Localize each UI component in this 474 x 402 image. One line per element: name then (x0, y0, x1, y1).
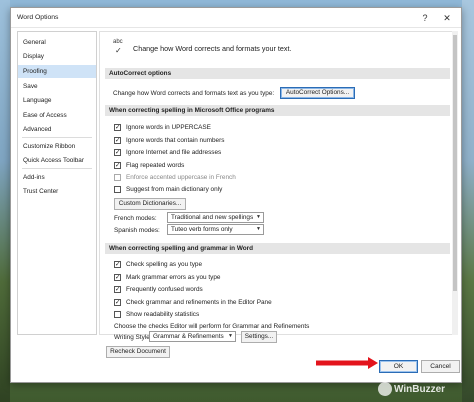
spanish-modes-label: Spanish modes: (114, 227, 160, 234)
sidebar-item-proofing[interactable]: Proofing (18, 65, 96, 78)
checkbox[interactable]: ✓ (114, 299, 121, 306)
section-header-autocorrect: AutoCorrect options (105, 68, 450, 79)
help-button[interactable]: ? (418, 11, 432, 25)
sidebar-item-ease-of-access[interactable]: Ease of Access (18, 109, 96, 122)
content-scrollbar[interactable] (452, 31, 458, 335)
checkbox[interactable] (114, 186, 121, 193)
window-title: Word Options (17, 14, 59, 21)
french-modes-label: French modes: (114, 215, 157, 222)
word-options-dialog: Word Options ? ✕ General Display Proofin… (10, 7, 462, 383)
sidebar-item-display[interactable]: Display (18, 50, 96, 63)
spanish-modes-dropdown[interactable]: Tuteo verb forms only ▼ (167, 224, 264, 235)
autocorrect-description: Change how Word corrects and formats tex… (113, 90, 275, 97)
close-button[interactable]: ✕ (440, 11, 454, 25)
desktop-background-left (0, 0, 10, 402)
watermark-logo: WinBuzzer (378, 380, 468, 400)
checkbox[interactable]: ✓ (114, 124, 121, 131)
settings-button[interactable]: Settings... (241, 331, 277, 343)
section-header-word-spelling: When correcting spelling and grammar in … (105, 243, 450, 254)
recheck-document-button[interactable]: Recheck Document (106, 346, 170, 358)
writing-style-label: Writing Style: (114, 334, 152, 341)
checkbox[interactable]: ✓ (114, 274, 121, 281)
sidebar-item-add-ins[interactable]: Add-ins (18, 171, 96, 184)
custom-dictionaries-button[interactable]: Custom Dictionaries... (114, 198, 186, 210)
chevron-down-icon: ▼ (256, 214, 261, 220)
cancel-button[interactable]: Cancel (421, 360, 460, 373)
chevron-down-icon: ▼ (228, 333, 233, 339)
section-header-office-spelling: When correcting spelling in Microsoft Of… (105, 105, 450, 116)
chevron-down-icon: ▼ (256, 226, 261, 232)
french-modes-dropdown[interactable]: Traditional and new spellings ▼ (167, 212, 264, 223)
ok-button[interactable]: OK (379, 360, 418, 373)
checkbox[interactable]: ✓ (114, 261, 121, 268)
sidebar-item-language[interactable]: Language (18, 94, 96, 107)
abc-check-icon: abc ✓ (113, 39, 123, 55)
editor-checks-note: Choose the checks Editor will perform fo… (114, 323, 310, 330)
checkbox[interactable]: ✓ (114, 137, 121, 144)
sidebar-item-customize-ribbon[interactable]: Customize Ribbon (18, 140, 96, 153)
scrollbar-thumb[interactable] (453, 35, 457, 291)
options-sidebar: General Display Proofing Save Language E… (17, 31, 97, 335)
sidebar-item-save[interactable]: Save (18, 80, 96, 93)
sidebar-item-quick-access-toolbar[interactable]: Quick Access Toolbar (18, 154, 96, 167)
sidebar-divider (22, 137, 92, 138)
checkbox[interactable] (114, 311, 121, 318)
page-header: Change how Word corrects and formats you… (133, 44, 292, 53)
proofing-content-pane: abc ✓ Change how Word corrects and forma… (99, 31, 455, 335)
sidebar-divider (22, 168, 92, 169)
sidebar-item-trust-center[interactable]: Trust Center (18, 185, 96, 198)
autocorrect-options-button[interactable]: AutoCorrect Options... (280, 87, 355, 99)
watermark-icon (378, 382, 392, 397)
checkbox[interactable]: ✓ (114, 162, 121, 169)
checkbox[interactable]: ✓ (114, 149, 121, 156)
checkbox (114, 174, 121, 181)
sidebar-item-general[interactable]: General (18, 36, 96, 49)
sidebar-item-advanced[interactable]: Advanced (18, 123, 96, 136)
desktop-background-right (462, 0, 474, 402)
red-arrow-pointer-icon (316, 357, 378, 369)
title-bar: Word Options ? ✕ (11, 8, 461, 28)
writing-style-dropdown[interactable]: Grammar & Refinements ▼ (149, 331, 236, 342)
checkbox[interactable]: ✓ (114, 286, 121, 293)
